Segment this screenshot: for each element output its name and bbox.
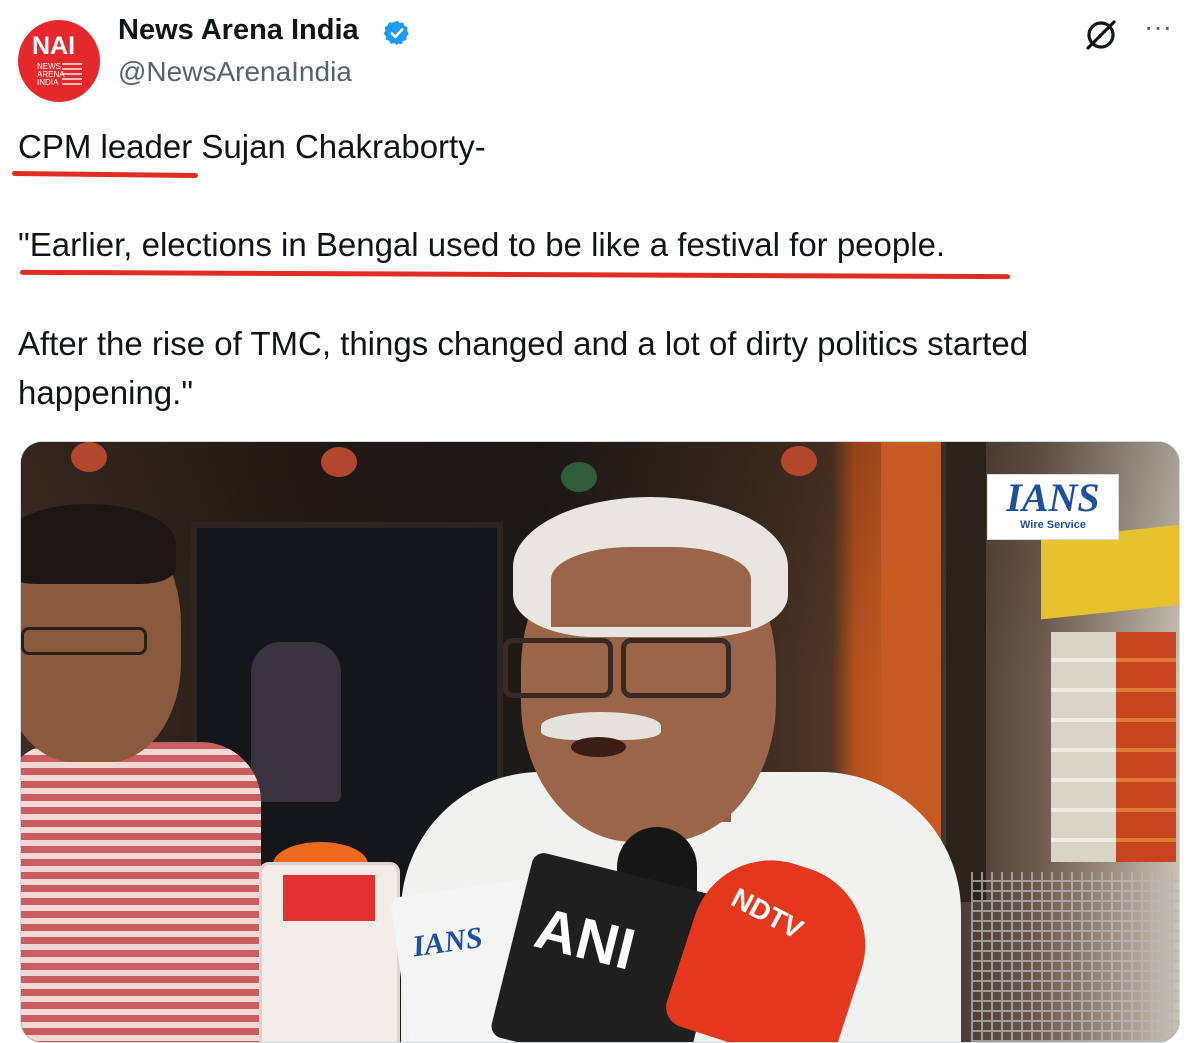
- account-avatar[interactable]: NAI NEWS ARENA INDIA: [18, 20, 100, 102]
- more-icon[interactable]: ···: [1140, 13, 1176, 46]
- bystander-hair: [21, 504, 176, 584]
- ians-watermark-text: IANS: [1006, 475, 1100, 520]
- dark-pillar: [946, 442, 986, 902]
- mic-ndtv-label: NDTV: [726, 881, 809, 946]
- display-name[interactable]: News Arena India: [118, 14, 359, 47]
- ians-watermark-subtext: Wire Service: [1020, 519, 1086, 531]
- avatar-stripes: [62, 63, 82, 87]
- avatar-logo-subtext: NEWS ARENA INDIA: [37, 62, 65, 87]
- bystander-glasses: [21, 627, 147, 655]
- account-handle[interactable]: @NewsArenaIndia: [118, 56, 352, 88]
- ians-watermark: IANS Wire Service: [987, 474, 1119, 540]
- tweet-media-image[interactable]: IANS ANI NDTV IANS Wire Service: [20, 441, 1180, 1043]
- lantern: [781, 446, 817, 476]
- tweet-text-line-2: "Earlier, elections in Bengal used to be…: [18, 226, 946, 263]
- speaker-glasses-left: [503, 638, 613, 698]
- mic-pti-logo: [283, 875, 375, 921]
- lantern: [321, 447, 357, 477]
- lantern: [71, 442, 107, 472]
- avatar-logo-text: NAI: [32, 32, 76, 60]
- shop-poster: [251, 642, 341, 802]
- speaker-mouth: [571, 737, 626, 757]
- mic-ani-label: ANI: [528, 895, 642, 983]
- lantern: [561, 462, 597, 492]
- tweet-text-line-1: CPM leader Sujan Chakraborty-: [18, 128, 486, 165]
- verified-badge-icon: [383, 20, 409, 46]
- tweet-text-line-3: After the rise of TMC, things changed an…: [18, 325, 1029, 362]
- speaker-forehead: [551, 547, 751, 627]
- speaker-glasses-right: [621, 638, 731, 698]
- red-underline-1: [11, 171, 199, 178]
- tweet-text-line-4: happening.": [18, 374, 194, 411]
- grok-icon[interactable]: [1084, 18, 1118, 52]
- wire-cage: [971, 872, 1179, 1042]
- mic-ians-label: IANS: [410, 920, 485, 964]
- red-boxes: [1116, 632, 1176, 862]
- bystander-shirt: [21, 742, 261, 1042]
- speaker-mustache: [541, 712, 661, 740]
- red-underline-2: [19, 269, 1011, 280]
